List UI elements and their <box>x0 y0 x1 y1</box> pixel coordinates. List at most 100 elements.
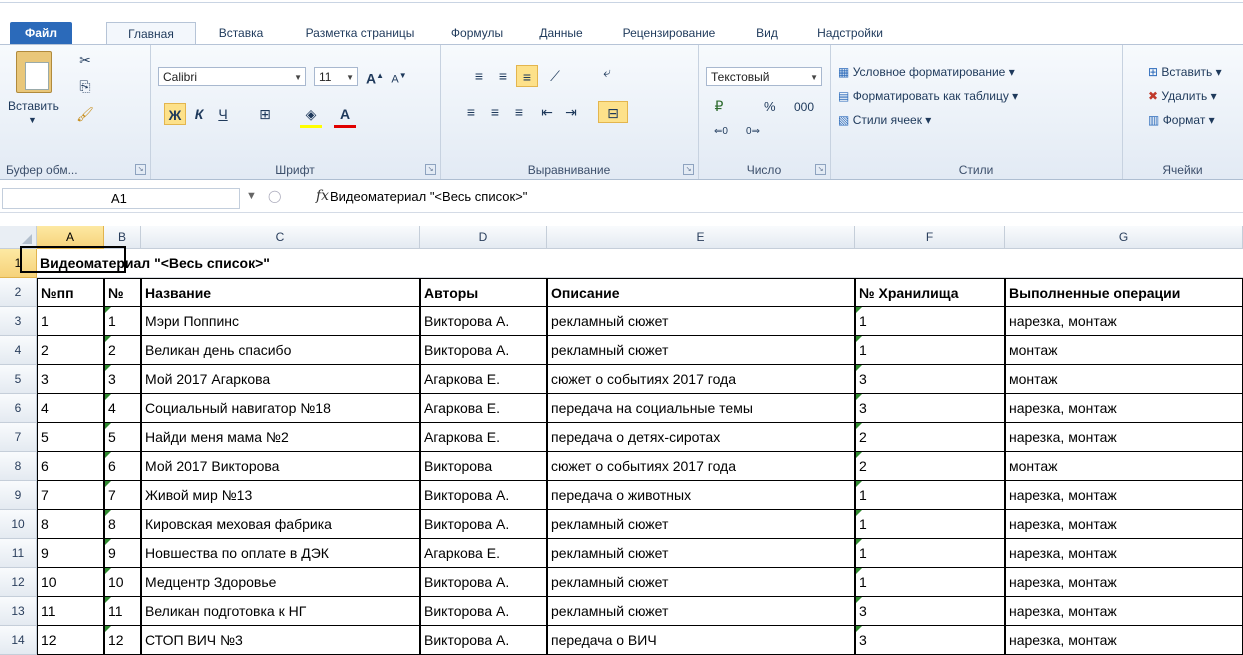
column-header-f[interactable]: F <box>855 226 1005 249</box>
alignment-launcher-icon[interactable]: ↘ <box>683 164 694 175</box>
table-cell[interactable]: рекламный сюжет <box>547 568 855 597</box>
table-cell[interactable]: 11 <box>37 597 104 626</box>
table-cell[interactable]: Викторова <box>420 452 547 481</box>
name-box-dropdown-icon[interactable]: ▼ <box>246 190 257 202</box>
orientation-icon[interactable]: ⟋ <box>544 65 566 87</box>
cut-icon[interactable]: ✂ <box>74 49 96 71</box>
table-cell[interactable]: 1 <box>855 539 1005 568</box>
row-header-12[interactable]: 12 <box>0 568 37 597</box>
row-header-14[interactable]: 14 <box>0 626 37 655</box>
table-cell[interactable]: Агаркова Е. <box>420 423 547 452</box>
shrink-font-icon[interactable]: A▼ <box>388 65 410 87</box>
clipboard-launcher-icon[interactable]: ↘ <box>135 164 146 175</box>
table-cell[interactable]: Новшества по оплате в ДЭК <box>141 539 420 568</box>
table-cell[interactable]: Мэри Поппинс <box>141 307 420 336</box>
paste-button-label[interactable]: Вставить <box>8 99 59 113</box>
table-cell[interactable]: 3 <box>855 394 1005 423</box>
table-cell[interactable]: нарезка, монтаж <box>1005 626 1243 655</box>
tab-page-layout[interactable]: Разметка страницы <box>290 22 430 44</box>
name-box[interactable]: A1 <box>2 188 240 209</box>
row-header-1[interactable]: 1 <box>0 249 37 278</box>
table-cell[interactable]: 1 <box>855 510 1005 539</box>
column-header-e[interactable]: E <box>547 226 855 249</box>
wrap-text-icon[interactable]: ⤶ <box>596 61 618 83</box>
tab-addins[interactable]: Надстройки <box>800 22 900 44</box>
table-cell[interactable]: нарезка, монтаж <box>1005 597 1243 626</box>
table-cell[interactable]: 10 <box>37 568 104 597</box>
table-cell[interactable]: 7 <box>37 481 104 510</box>
decrease-indent-icon[interactable]: ⇤ <box>536 101 558 123</box>
table-cell[interactable]: Викторова А. <box>420 510 547 539</box>
tab-file[interactable]: Файл <box>10 22 72 44</box>
table-cell[interactable]: Медцентр Здоровье <box>141 568 420 597</box>
increase-decimal-icon[interactable]: ⇐0 <box>710 121 732 143</box>
align-middle-icon[interactable]: ≡ <box>492 65 514 87</box>
tab-formulas[interactable]: Формулы <box>436 22 518 44</box>
table-cell[interactable]: нарезка, монтаж <box>1005 510 1243 539</box>
table-cell[interactable]: 8 <box>37 510 104 539</box>
table-cell[interactable]: нарезка, монтаж <box>1005 539 1243 568</box>
align-right-icon[interactable]: ≡ <box>508 101 530 123</box>
delete-cells-button[interactable]: ✖ Удалить ▾ <box>1148 89 1217 103</box>
insert-cells-button[interactable]: ⊞ Вставить ▾ <box>1148 65 1222 79</box>
table-cell[interactable]: 4 <box>37 394 104 423</box>
table-header-cell[interactable]: Описание <box>547 278 855 307</box>
conditional-formatting-button[interactable]: ▦ Условное форматирование ▾ <box>838 65 1015 79</box>
table-cell[interactable]: Агаркова Е. <box>420 394 547 423</box>
tab-review[interactable]: Рецензирование <box>604 22 734 44</box>
font-launcher-icon[interactable]: ↘ <box>425 164 436 175</box>
table-cell[interactable]: передача о детях-сиротах <box>547 423 855 452</box>
row-header-3[interactable]: 3 <box>0 307 37 336</box>
table-cell[interactable]: сюжет о событиях 2017 года <box>547 452 855 481</box>
table-cell[interactable]: 11 <box>104 597 141 626</box>
number-launcher-icon[interactable]: ↘ <box>815 164 826 175</box>
column-header-g[interactable]: G <box>1005 226 1243 249</box>
table-cell[interactable]: сюжет о событиях 2017 года <box>547 365 855 394</box>
table-header-cell[interactable]: № <box>104 278 141 307</box>
table-cell[interactable]: 1 <box>104 307 141 336</box>
table-cell[interactable]: 3 <box>37 365 104 394</box>
table-cell[interactable]: передача на социальные темы <box>547 394 855 423</box>
table-cell[interactable]: Викторова А. <box>420 597 547 626</box>
increase-indent-icon[interactable]: ⇥ <box>560 101 582 123</box>
table-cell[interactable]: 3 <box>855 597 1005 626</box>
row-header-6[interactable]: 6 <box>0 394 37 423</box>
currency-icon[interactable]: ₽ <box>708 95 730 117</box>
table-cell[interactable]: передача о ВИЧ <box>547 626 855 655</box>
table-cell[interactable]: 10 <box>104 568 141 597</box>
tab-insert[interactable]: Вставка <box>198 22 284 44</box>
table-header-cell[interactable]: Название <box>141 278 420 307</box>
table-cell[interactable]: 1 <box>855 481 1005 510</box>
table-cell[interactable]: рекламный сюжет <box>547 336 855 365</box>
table-cell[interactable]: 2 <box>104 336 141 365</box>
font-size-select[interactable]: 11 ▼ <box>314 67 358 86</box>
table-cell[interactable]: 12 <box>104 626 141 655</box>
table-cell[interactable]: Найди меня мама №2 <box>141 423 420 452</box>
table-cell[interactable]: 7 <box>104 481 141 510</box>
table-cell[interactable]: Великан день спасибо <box>141 336 420 365</box>
align-left-icon[interactable]: ≡ <box>460 101 482 123</box>
fill-color-icon[interactable]: ◈ <box>300 103 322 128</box>
table-cell[interactable]: 9 <box>37 539 104 568</box>
formula-input[interactable]: Видеоматериал "<Весь список>" <box>330 189 527 204</box>
cell-a1-title[interactable]: Видеоматериал "<Весь список>" <box>37 249 1243 278</box>
table-header-cell[interactable]: Авторы <box>420 278 547 307</box>
table-cell[interactable]: 2 <box>37 336 104 365</box>
paste-icon[interactable] <box>16 51 52 93</box>
table-cell[interactable]: рекламный сюжет <box>547 539 855 568</box>
row-header-2[interactable]: 2 <box>0 278 37 307</box>
table-header-cell[interactable]: Выполненные операции <box>1005 278 1243 307</box>
table-cell[interactable]: 6 <box>37 452 104 481</box>
merge-center-icon[interactable]: ⊟ <box>598 101 628 123</box>
table-cell[interactable]: СТОП ВИЧ №3 <box>141 626 420 655</box>
column-header-a[interactable]: A <box>37 226 104 249</box>
copy-icon[interactable]: ⎘ <box>74 75 96 97</box>
row-header-5[interactable]: 5 <box>0 365 37 394</box>
table-cell[interactable]: Викторова А. <box>420 336 547 365</box>
number-format-select[interactable]: Текстовый ▼ <box>706 67 822 86</box>
formula-cancel-icon[interactable]: ◯ <box>268 189 281 203</box>
font-color-icon[interactable]: A <box>334 103 356 128</box>
table-cell[interactable]: 1 <box>37 307 104 336</box>
table-cell[interactable]: 6 <box>104 452 141 481</box>
table-cell[interactable]: монтаж <box>1005 365 1243 394</box>
